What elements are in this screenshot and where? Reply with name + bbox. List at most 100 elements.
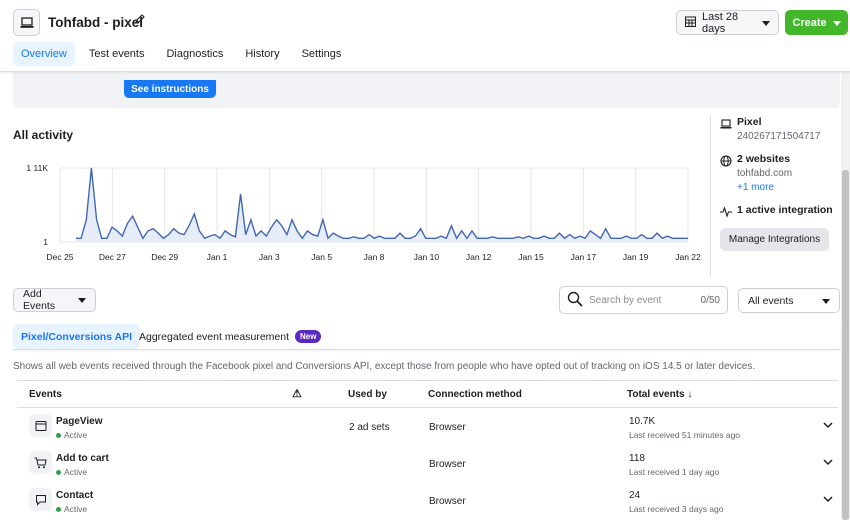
pixel-info-panel: Pixel 240267171504717 2 websites tohfabd…: [720, 116, 835, 218]
x-tick-label: Jan 22: [675, 252, 701, 262]
total-events: 24: [629, 490, 641, 501]
event-name: PageView: [56, 416, 103, 427]
tab-diagnostics[interactable]: Diagnostics: [158, 42, 231, 66]
laptop-icon: [720, 118, 732, 130]
total-events: 118: [629, 453, 645, 464]
tab-settings[interactable]: Settings: [294, 42, 350, 66]
event-name: Add to cart: [56, 453, 109, 464]
connection-method: Browser: [429, 496, 466, 507]
edit-icon[interactable]: [134, 13, 146, 28]
caret-down-icon: [78, 294, 86, 306]
x-tick-label: Jan 15: [518, 252, 544, 262]
y-tick-label: 1 11K: [26, 163, 48, 173]
tab-pixel-conversions-api[interactable]: Pixel/Conversions API: [13, 324, 141, 349]
globe-icon: [720, 155, 732, 167]
caret-down-icon: [762, 17, 770, 29]
event-filter-value: All events: [748, 294, 794, 307]
websites-row: 2 websites tohfabd.com +1 more: [720, 153, 835, 193]
page-title: Tohfabd - pixel: [48, 15, 143, 30]
search-placeholder: Search by event: [589, 294, 662, 306]
page-icon: [29, 414, 52, 437]
x-tick-label: Dec 27: [99, 252, 126, 262]
status-dot: [56, 469, 61, 475]
page-header: Tohfabd - pixel Last 28 days Create Over…: [0, 0, 850, 72]
section-title: All activity: [13, 128, 74, 142]
integration-row: 1 active integration: [720, 204, 835, 218]
last-received: Last received 1 day ago: [629, 467, 720, 477]
chat-icon: [29, 488, 52, 511]
table-description: Shows all web events received through th…: [13, 361, 756, 372]
x-tick-label: Dec 29: [151, 252, 178, 262]
caret-down-icon: [832, 17, 841, 29]
x-tick-label: Jan 17: [571, 252, 597, 262]
tab-test-events[interactable]: Test events: [81, 42, 153, 66]
used-by[interactable]: 2 ad sets: [349, 422, 390, 433]
search-input[interactable]: Search by event 0/50: [559, 286, 728, 314]
tab-aggregated-event-measurement[interactable]: Aggregated event measurement New: [131, 324, 329, 349]
x-tick-label: Jan 10: [414, 252, 440, 262]
x-tick-label: Jan 1: [207, 252, 228, 262]
add-events-button[interactable]: Add Events: [13, 288, 96, 312]
create-button[interactable]: Create: [785, 10, 848, 35]
scrollbar[interactable]: [841, 72, 850, 520]
add-events-label: Add Events: [23, 288, 56, 312]
last-received: Last received 3 days ago: [629, 504, 724, 514]
events-table: Events ⚠ Used by Connection method Total…: [17, 380, 838, 519]
status-dot: [56, 432, 61, 438]
table-row[interactable]: Contact Active Browser 24 Last received …: [17, 482, 838, 519]
cart-icon: [29, 451, 52, 474]
pixel-id: 240267171504717: [737, 131, 821, 142]
more-websites-link[interactable]: +1 more: [737, 182, 792, 193]
websites-label: 2 websites: [737, 153, 791, 165]
calendar-icon: [685, 16, 696, 30]
header-events: Events: [29, 389, 62, 400]
integration-label: 1 active integration: [737, 204, 833, 216]
tab-label: Aggregated event measurement: [139, 330, 290, 343]
x-tick-label: Jan 5: [311, 252, 332, 262]
event-status: Active: [56, 504, 87, 514]
event-filter-select[interactable]: All events: [738, 288, 840, 313]
header-used-by: Used by: [348, 389, 387, 400]
chevron-down-icon[interactable]: [823, 421, 833, 432]
x-tick-label: Jan 12: [466, 252, 492, 262]
activity-pulse-icon: [720, 206, 732, 218]
caret-down-icon: [822, 295, 830, 307]
table-header: Events ⚠ Used by Connection method Total…: [17, 380, 838, 408]
event-name: Contact: [56, 490, 94, 501]
x-tick-label: Jan 8: [364, 252, 385, 262]
status-label: Active: [64, 504, 88, 514]
table-row[interactable]: Add to cart Active Browser 118 Last rece…: [17, 445, 838, 482]
last-received: Last received 51 minutes ago: [629, 430, 741, 440]
chevron-down-icon[interactable]: [823, 458, 833, 469]
series-line: [76, 167, 688, 240]
y-tick-label: 1: [43, 237, 48, 247]
header-connection-method[interactable]: Connection method: [428, 389, 522, 400]
website-domain: tohfabd.com: [737, 168, 793, 179]
x-tick-label: Dec 25: [47, 252, 74, 262]
total-events: 10.7K: [629, 416, 656, 427]
status-label: Active: [64, 430, 88, 440]
date-range-label: Last 28 days: [702, 10, 739, 35]
activity-chart: 1 11K 1 Dec 25 Dec 27 Dec 29 Jan 1 Jan 3 Jan 5 J…: [26, 163, 701, 262]
event-status: Active: [56, 430, 87, 440]
search-icon: [567, 291, 583, 310]
manage-integrations-button[interactable]: Manage Integrations: [720, 228, 829, 251]
scrollbar-thumb[interactable]: [842, 170, 849, 520]
divider: [710, 116, 711, 276]
status-dot: [56, 506, 61, 512]
date-range-button[interactable]: Last 28 days: [676, 10, 779, 35]
header-total-events[interactable]: Total events ↓: [627, 389, 692, 400]
chevron-down-icon[interactable]: [823, 495, 833, 506]
tab-overview[interactable]: Overview: [13, 42, 75, 66]
sub-tab-bar: Pixel/Conversions API Aggregated event m…: [13, 324, 840, 350]
search-char-count: 0/50: [700, 294, 720, 306]
tab-history[interactable]: History: [237, 42, 287, 66]
x-tick-label: Jan 3: [259, 252, 280, 262]
tab-bar: Overview Test events Diagnostics History…: [13, 42, 355, 66]
table-row[interactable]: PageView Active 2 ad sets Browser 10.7K …: [17, 408, 838, 445]
see-instructions-button[interactable]: See instructions: [124, 80, 216, 98]
warning-icon: ⚠: [292, 388, 302, 400]
pixel-label: Pixel: [737, 116, 762, 128]
pixel-icon: [13, 9, 40, 36]
event-status: Active: [56, 467, 87, 477]
